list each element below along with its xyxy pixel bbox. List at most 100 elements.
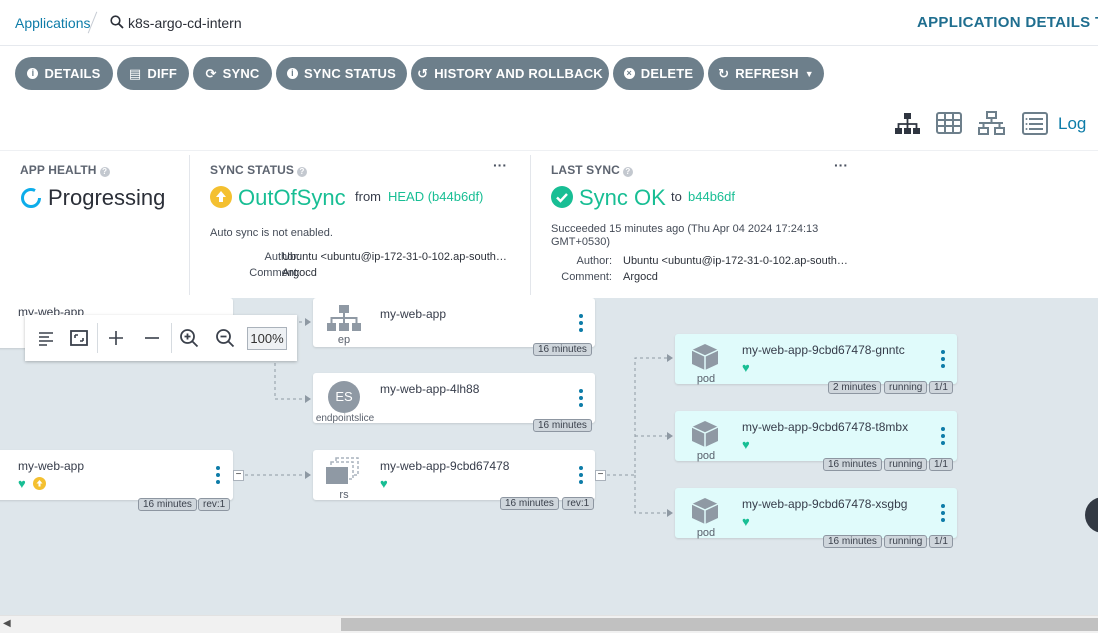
- last-sync-to-label: to: [671, 189, 682, 204]
- deployment-node[interactable]: my-web-app ♥ 16 minutes rev:1: [0, 450, 233, 511]
- last-sync-author-label: Author:: [576, 255, 612, 267]
- tree-view-icon[interactable]: [893, 111, 921, 137]
- node-menu-icon[interactable]: [579, 466, 583, 484]
- plus-icon[interactable]: [105, 327, 127, 349]
- sync-revision-link[interactable]: HEAD (b44b6df): [388, 189, 483, 204]
- search-icon[interactable]: [110, 15, 124, 29]
- node-menu-icon[interactable]: [579, 389, 583, 407]
- last-sync-timezone: GMT+0530): [551, 236, 610, 248]
- diff-button[interactable]: ▤ DIFF: [117, 57, 189, 90]
- edge-rs-pod3: [634, 475, 667, 514]
- age-tag: 16 minutes: [500, 497, 559, 510]
- zoom-level-display[interactable]: 100%: [247, 327, 287, 350]
- sync-comment-value: Argocd: [282, 267, 317, 279]
- replicaset-node[interactable]: rs my-web-app-9cbd67478 ♥ 16 minutes rev…: [313, 450, 595, 510]
- endpointslice-node[interactable]: ES endpointslice my-web-app-4lh88 16 min…: [313, 373, 595, 432]
- horizontal-scrollbar[interactable]: ◀: [0, 615, 1098, 633]
- history-rollback-button[interactable]: ↺ HISTORY AND ROLLBACK: [411, 57, 609, 90]
- pod-node[interactable]: pod my-web-app-9cbd67478-gnntc ♥ 2 minut…: [675, 334, 957, 394]
- node-menu-icon[interactable]: [941, 427, 945, 445]
- pods-view-icon[interactable]: [935, 111, 963, 137]
- pod-cube-icon: [691, 344, 719, 370]
- sync-status-button[interactable]: i SYNC STATUS: [276, 57, 407, 90]
- section-divider: [189, 155, 190, 295]
- info-icon: i: [27, 68, 39, 79]
- last-sync-succeeded: Succeeded 15 minutes ago (Thu Apr 04 202…: [551, 223, 819, 235]
- node-title: my-web-app-9cbd67478-t8mbx: [742, 420, 909, 434]
- age-tag: 2 minutes: [828, 381, 882, 394]
- pod-node[interactable]: pod my-web-app-9cbd67478-t8mbx ♥ 16 minu…: [675, 411, 957, 471]
- node-menu-icon[interactable]: [579, 314, 583, 332]
- healthy-heart-icon: ♥: [742, 437, 750, 452]
- zoom-out-icon[interactable]: [214, 327, 236, 349]
- sync-status-label: SYNC STATUS?: [210, 163, 307, 177]
- help-icon[interactable]: ?: [99, 167, 110, 177]
- sync-status-more-icon[interactable]: ···: [493, 157, 507, 173]
- node-kind: ep: [337, 334, 351, 346]
- revision-tag: rev:1: [198, 498, 231, 511]
- align-left-icon[interactable]: [35, 327, 57, 349]
- sync-ok-icon: [551, 186, 573, 208]
- last-sync-revision-link[interactable]: b44b6df: [688, 189, 735, 204]
- network-view-icon[interactable]: [977, 111, 1005, 137]
- breadcrumb-app-name[interactable]: k8s-argo-cd-intern: [128, 15, 242, 31]
- delete-button[interactable]: × DELETE: [613, 57, 704, 90]
- scroll-left-arrow-icon[interactable]: ◀: [3, 618, 11, 629]
- fit-to-screen-icon[interactable]: [68, 327, 90, 349]
- collapse-button[interactable]: −: [595, 470, 606, 481]
- age-tag: 16 minutes: [533, 419, 592, 432]
- auto-sync-status: Auto sync is not enabled.: [210, 227, 333, 239]
- section-divider: [530, 155, 531, 295]
- minus-icon[interactable]: [141, 327, 163, 349]
- node-kind: rs: [339, 489, 349, 501]
- app-health-value: Progressing: [48, 185, 166, 210]
- healthy-heart-icon: ♥: [380, 476, 388, 491]
- refresh-button-label: REFRESH: [735, 66, 799, 81]
- progressing-icon: [21, 188, 41, 208]
- healthy-heart-icon: ♥: [742, 514, 750, 529]
- list-view-icon[interactable]: [1021, 111, 1049, 137]
- node-kind: pod: [696, 450, 716, 462]
- resource-tree-canvas[interactable]: my-web-app ep my-web-app 16 minutes ES e…: [0, 298, 1098, 615]
- node-title: my-web-app: [380, 307, 447, 321]
- age-tag: 16 minutes: [533, 343, 592, 356]
- toolbar-divider: [97, 323, 98, 353]
- refresh-button[interactable]: ↻ REFRESH ▼: [708, 57, 824, 90]
- scrollbar-thumb[interactable]: [341, 618, 1098, 631]
- status-tag: running: [884, 535, 928, 548]
- details-button-label: DETAILS: [44, 66, 101, 81]
- pod-node[interactable]: pod my-web-app-9cbd67478-xsgbg ♥ 16 minu…: [675, 488, 957, 548]
- details-button[interactable]: i DETAILS: [15, 57, 113, 90]
- pod-cube-icon: [691, 498, 719, 524]
- top-bar: Applications k8s-argo-cd-intern APPLICAT…: [0, 0, 1098, 46]
- sync-status-value: OutOfSync: [238, 185, 346, 210]
- help-icon[interactable]: ?: [297, 167, 307, 177]
- last-sync-comment-value: Argocd: [623, 271, 658, 283]
- help-icon[interactable]: ?: [622, 167, 633, 177]
- sync-button[interactable]: ⟳ SYNC: [193, 57, 272, 90]
- node-title: my-web-app-9cbd67478: [380, 459, 510, 473]
- sync-icon: ⟳: [205, 65, 217, 81]
- breadcrumb-applications-link[interactable]: Applications: [15, 15, 91, 31]
- age-tag: 16 minutes: [138, 498, 197, 511]
- node-title: my-web-app-9cbd67478-gnntc: [742, 343, 905, 357]
- node-kind: endpointslice: [315, 413, 375, 424]
- sync-button-label: SYNC: [222, 66, 260, 81]
- revision-tag: rev:1: [562, 497, 595, 510]
- caret-down-icon: ▼: [804, 68, 814, 79]
- logs-link[interactable]: Log: [1058, 114, 1086, 134]
- last-sync-comment-label: Comment:: [561, 271, 612, 283]
- node-title: my-web-app: [18, 459, 85, 473]
- endpoints-node[interactable]: ep my-web-app 16 minutes: [313, 298, 595, 356]
- node-menu-icon[interactable]: [941, 350, 945, 368]
- pod-cube-icon: [691, 421, 719, 447]
- zoom-in-icon[interactable]: [178, 327, 200, 349]
- node-menu-icon[interactable]: [941, 504, 945, 522]
- collapse-button[interactable]: −: [233, 470, 244, 481]
- app-health-label: APP HEALTH?: [20, 163, 110, 177]
- node-menu-icon[interactable]: [216, 466, 220, 484]
- last-sync-more-icon[interactable]: ···: [834, 157, 848, 173]
- status-tag: running: [884, 381, 928, 394]
- refresh-icon: ↻: [718, 65, 730, 81]
- healthy-heart-icon: ♥: [18, 476, 26, 491]
